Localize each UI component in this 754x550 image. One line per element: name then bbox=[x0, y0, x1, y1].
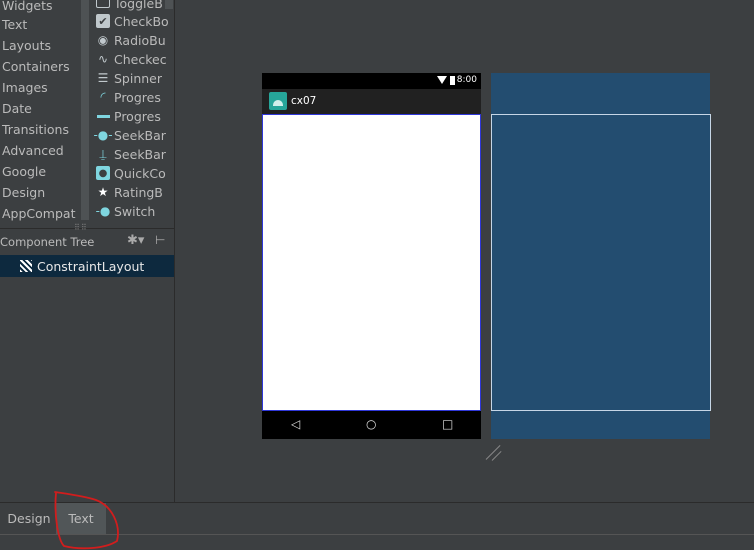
progress-bar-icon bbox=[96, 109, 110, 123]
palette-categories: Widgets Text Layouts Containers Images D… bbox=[0, 0, 80, 222]
category-advanced[interactable]: Advanced bbox=[2, 143, 64, 159]
category-text[interactable]: Text bbox=[2, 17, 27, 33]
spinner-icon: ☰ bbox=[97, 71, 109, 85]
back-icon: ◁ bbox=[291, 417, 301, 431]
tree-item-label: ConstraintLayout bbox=[37, 259, 145, 274]
seekbar-discrete-icon: ⍊ bbox=[99, 146, 107, 161]
categories-scrollbar[interactable] bbox=[81, 0, 89, 220]
tab-text[interactable]: Text bbox=[56, 503, 106, 534]
widget-radio-button[interactable]: ◉ RadioBu bbox=[96, 31, 166, 49]
widget-seekbar-discrete[interactable]: ⍊ SeekBar bbox=[96, 145, 166, 163]
quick-contact-icon: ● bbox=[96, 166, 110, 180]
category-transitions[interactable]: Transitions bbox=[2, 122, 69, 138]
star-icon: ★ bbox=[97, 185, 109, 199]
widget-progress-circle[interactable]: ◜ Progres bbox=[96, 88, 160, 106]
category-widgets[interactable]: Widgets bbox=[2, 0, 53, 14]
widget-spinner[interactable]: ☰ Spinner bbox=[96, 69, 162, 87]
recents-icon: □ bbox=[442, 417, 454, 431]
widget-switch[interactable]: -● Switch bbox=[95, 202, 156, 220]
tab-design[interactable]: Design bbox=[3, 503, 55, 534]
status-bar: 8:00 bbox=[262, 73, 481, 89]
toggle-button-icon bbox=[96, 0, 110, 10]
component-tree-title: Component Tree bbox=[0, 235, 95, 249]
radio-button-icon: ◉ bbox=[97, 33, 109, 47]
android-icon bbox=[269, 92, 287, 110]
blueprint-preview[interactable] bbox=[491, 73, 711, 439]
category-appcompat[interactable]: AppCompat bbox=[2, 206, 75, 222]
widget-checked-textview[interactable]: ∿ Checkec bbox=[96, 50, 167, 68]
palette-widgets: ToggleB ✔ CheckBo ◉ RadioBu ∿ Checkec ☰ … bbox=[90, 0, 174, 222]
app-bar: cx07 bbox=[262, 89, 481, 114]
category-images[interactable]: Images bbox=[2, 80, 48, 96]
category-containers[interactable]: Containers bbox=[2, 59, 70, 75]
status-strip bbox=[0, 535, 754, 550]
wifi-icon bbox=[437, 76, 447, 84]
constraint-layout-icon bbox=[20, 260, 32, 272]
checked-textview-icon: ∿ bbox=[97, 52, 109, 66]
widget-seekbar[interactable]: -●- SeekBar bbox=[93, 126, 166, 144]
switch-icon: -● bbox=[95, 204, 111, 218]
battery-icon bbox=[450, 76, 455, 85]
category-google[interactable]: Google bbox=[2, 164, 46, 180]
collapse-icon[interactable]: ⊢ bbox=[155, 233, 165, 247]
widget-rating-bar[interactable]: ★ RatingB bbox=[96, 183, 163, 201]
gear-icon[interactable]: ✱▾ bbox=[127, 233, 144, 248]
resize-handle-icon[interactable] bbox=[484, 443, 504, 461]
seekbar-icon: -●- bbox=[93, 128, 113, 142]
checkbox-icon: ✔ bbox=[96, 14, 110, 28]
app-title: cx07 bbox=[291, 95, 317, 107]
home-icon: ○ bbox=[366, 417, 377, 431]
widget-toggle-button[interactable]: ToggleB bbox=[96, 0, 163, 12]
category-layouts[interactable]: Layouts bbox=[2, 38, 51, 54]
category-date[interactable]: Date bbox=[2, 101, 32, 117]
category-design[interactable]: Design bbox=[2, 185, 45, 201]
component-tree-header: Component Tree ✱▾ ⊢ bbox=[0, 231, 174, 253]
tree-item-constraintlayout[interactable]: ConstraintLayout bbox=[0, 255, 174, 277]
design-preview[interactable]: 8:00 cx07 ◁ ○ □ bbox=[262, 73, 481, 439]
navigation-bar: ◁ ○ □ bbox=[262, 411, 481, 439]
widget-quick-contact[interactable]: ● QuickCo bbox=[96, 164, 166, 182]
status-time: 8:00 bbox=[456, 75, 477, 85]
palette-splitter[interactable]: ⠿⠿ bbox=[0, 222, 174, 232]
progress-circle-icon: ◜ bbox=[100, 89, 106, 105]
widget-progress-bar[interactable]: Progres bbox=[96, 107, 161, 125]
constraint-layout-surface[interactable] bbox=[262, 114, 481, 411]
widgets-scrollbar[interactable] bbox=[165, 0, 173, 9]
editor-tabs: Design Text bbox=[0, 503, 754, 535]
widget-checkbox[interactable]: ✔ CheckBo bbox=[96, 12, 169, 30]
blueprint-layout-outline[interactable] bbox=[491, 114, 711, 411]
